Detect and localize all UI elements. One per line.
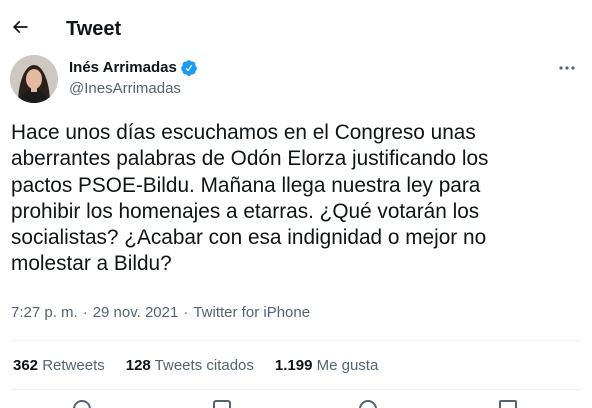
retweet-icon[interactable]: [212, 400, 232, 408]
page-title: Tweet: [66, 18, 122, 40]
top-bar: Tweet: [0, 0, 592, 53]
likes-count: 1.199: [274, 357, 313, 374]
divider: [11, 340, 581, 341]
tweet-text-line: socialistas? ¿Acabar con esa indignidad …: [11, 226, 487, 250]
author-name-label: Inés Arrimadas: [69, 59, 177, 76]
like-icon[interactable]: [358, 400, 378, 408]
tweet-text: Hace unos días escuchamos en el Congreso…: [11, 120, 581, 278]
retweets-count: 362: [13, 357, 39, 374]
share-icon[interactable]: [498, 400, 518, 408]
retweets-stat[interactable]: 362 Retweets: [13, 356, 105, 376]
tweet-actions: [0, 396, 592, 408]
meta-separator: ·: [183, 304, 189, 321]
tweet-meta: 7:27 p. m. · 29 nov. 2021 · Twitter for …: [11, 303, 310, 323]
tweet-text-line: Hace unos días escuchamos en el Congreso…: [11, 121, 476, 144]
verified-badge-icon: [180, 59, 198, 77]
tweet-text-line: molestar a Bildu?: [11, 252, 172, 276]
author-name[interactable]: Inés Arrimadas: [69, 58, 198, 78]
author-handle[interactable]: @InesArrimadas: [69, 79, 181, 99]
tweet-text-line: prohibir los homenajes a etarras. ¿Qué v…: [11, 199, 480, 223]
tweet-date[interactable]: 29 nov. 2021: [93, 303, 179, 323]
quotes-label: Tweets citados: [154, 357, 254, 374]
quotes-count: 128: [125, 357, 151, 374]
tweet-time[interactable]: 7:27 p. m.: [11, 303, 78, 323]
reply-icon[interactable]: [72, 400, 92, 408]
back-button[interactable]: [4, 11, 36, 43]
tweet-text-line: pactos PSOE-Bildu. Mañana llega nuestra …: [11, 173, 481, 197]
meta-separator: ·: [82, 304, 88, 321]
likes-label: Me gusta: [316, 357, 379, 374]
avatar[interactable]: [10, 55, 58, 103]
more-options-icon: [558, 65, 576, 71]
tweet-source[interactable]: Twitter for iPhone: [193, 303, 310, 323]
retweets-label: Retweets: [42, 357, 105, 374]
tweet-text-line: aberrantes palabras de Odón Elorza justi…: [11, 147, 489, 171]
more-options-button[interactable]: [553, 57, 581, 79]
divider: [11, 389, 581, 390]
arrow-left-icon: [10, 17, 30, 37]
tweet-stats: 362 Retweets 128 Tweets citados 1.199 Me…: [13, 356, 399, 376]
quotes-stat[interactable]: 128 Tweets citados: [126, 356, 254, 376]
likes-stat[interactable]: 1.199 Me gusta: [275, 356, 378, 376]
